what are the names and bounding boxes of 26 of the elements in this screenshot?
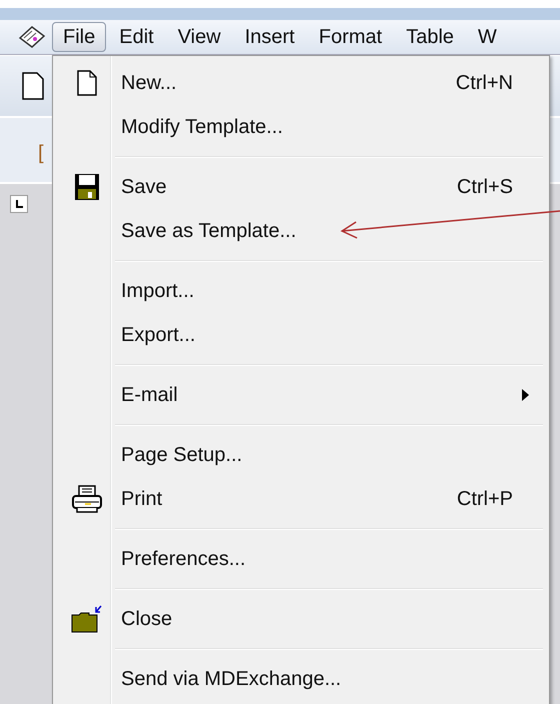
menu-item[interactable]: Insert <box>234 22 306 52</box>
menu-item[interactable]: Format <box>308 22 394 52</box>
menu-option[interactable]: Modify Template... <box>53 105 549 149</box>
menu-option[interactable]: Print Ctrl+P <box>53 477 549 521</box>
menu-option[interactable]: Close <box>53 597 549 641</box>
menu-item[interactable]: W <box>466 22 508 52</box>
menu-option[interactable]: Send via MDExchange... <box>53 657 549 701</box>
menu-item[interactable]: Table <box>395 22 465 52</box>
app-logo-icon <box>16 24 48 50</box>
menu-option[interactable]: Export... <box>53 313 549 357</box>
folder-icon <box>71 604 103 634</box>
menu-item[interactable]: File <box>52 22 106 52</box>
document-icon <box>22 72 44 100</box>
menu-option[interactable]: Import... <box>53 269 549 313</box>
menu-option[interactable]: Page Setup... <box>53 433 549 477</box>
field-text: [ <box>38 141 44 166</box>
menu-option[interactable]: Preferences... <box>53 537 549 581</box>
document-icon <box>77 70 97 96</box>
menu-option[interactable]: Save as Template... <box>53 209 549 253</box>
tab-stop-icon <box>10 195 28 213</box>
menu-option[interactable]: E-mail <box>53 373 549 417</box>
menu-item[interactable]: View <box>166 22 232 52</box>
printer-icon <box>71 484 103 514</box>
menu-option[interactable]: New... Ctrl+N <box>53 61 549 105</box>
menu-item[interactable]: Edit <box>108 22 165 52</box>
menu-option[interactable]: Save Ctrl+S <box>53 165 549 209</box>
